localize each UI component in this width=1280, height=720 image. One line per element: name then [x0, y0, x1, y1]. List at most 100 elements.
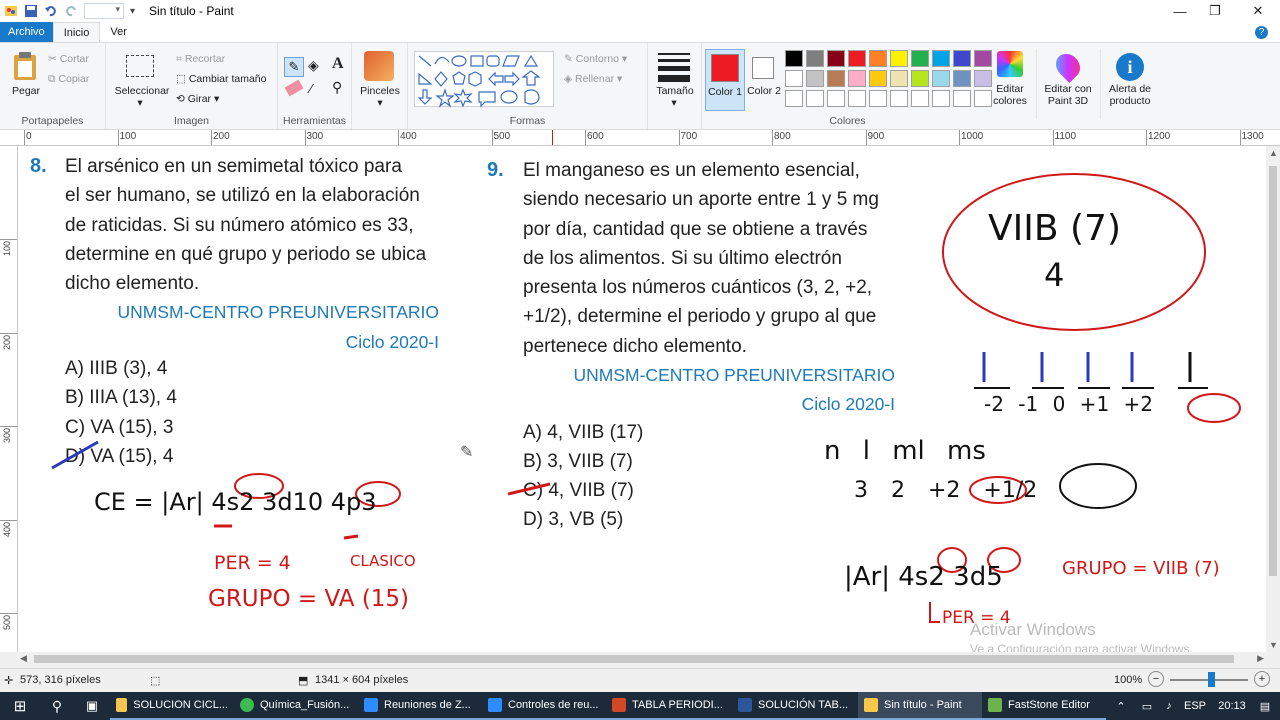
- brushes-dropdown-icon[interactable]: ▾: [374, 97, 386, 109]
- maximize-button[interactable]: ❐: [1195, 0, 1235, 22]
- palette-swatch[interactable]: [953, 70, 971, 87]
- taskbar-item-zoom-meetings[interactable]: Reuniones de Z...: [358, 692, 482, 720]
- tab-ver[interactable]: Ver: [100, 22, 137, 42]
- scroll-down-icon[interactable]: ▼: [1269, 640, 1278, 650]
- ruler-tick: [398, 130, 399, 145]
- start-button[interactable]: ⊞: [0, 692, 40, 720]
- task-view-button[interactable]: ▣: [74, 692, 110, 720]
- scroll-left-icon[interactable]: ◀: [20, 653, 27, 664]
- horizontal-scrollbar[interactable]: ◀ ▶: [18, 652, 1266, 666]
- input-language[interactable]: ESP: [1180, 692, 1210, 720]
- paste-button[interactable]: Pegar: [4, 85, 48, 97]
- palette-swatch[interactable]: [932, 90, 950, 107]
- clock[interactable]: 20:13: [1210, 692, 1254, 720]
- palette-swatch[interactable]: [932, 70, 950, 87]
- taskbar-item-faststone[interactable]: FastStone Editor: [982, 692, 1106, 720]
- drawing-canvas[interactable]: 8. El arsénico en un semimetal tóxico pa…: [18, 146, 1268, 652]
- rotate-button[interactable]: ⟲ Girar ▾: [176, 93, 219, 105]
- brush-icon[interactable]: [364, 51, 394, 81]
- tab-archivo[interactable]: Archivo: [0, 22, 53, 42]
- ribbon-help-icon[interactable]: ?: [1255, 22, 1280, 42]
- outline-button[interactable]: ✎ Contorno ▾: [564, 53, 627, 65]
- volume-button[interactable]: ♪: [1158, 692, 1180, 720]
- fill-icon[interactable]: ◈: [308, 57, 319, 74]
- resize-button[interactable]: ⬚ Cambiar tamaño: [176, 73, 266, 85]
- palette-swatch[interactable]: [848, 70, 866, 87]
- size-icon[interactable]: [658, 53, 690, 82]
- product-alert-button[interactable]: i Alerta de producto: [1100, 49, 1158, 119]
- palette-swatch[interactable]: [869, 70, 887, 87]
- palette-swatch[interactable]: [911, 50, 929, 67]
- crop-button[interactable]: ⌗ Recortar: [176, 53, 225, 66]
- palette-swatch[interactable]: [827, 90, 845, 107]
- color2-button[interactable]: Color 2: [746, 49, 782, 111]
- eraser-icon[interactable]: [284, 79, 304, 97]
- paint3d-button[interactable]: Editar con Paint 3D: [1036, 49, 1098, 119]
- quick-access-customize[interactable]: ▾: [84, 3, 124, 19]
- palette-swatch[interactable]: [806, 70, 824, 87]
- paste-icon[interactable]: [12, 51, 38, 84]
- palette-swatch[interactable]: [953, 50, 971, 67]
- text-icon[interactable]: A: [332, 55, 344, 73]
- size-button[interactable]: Tamaño: [648, 85, 702, 97]
- palette-swatch[interactable]: [806, 90, 824, 107]
- tray-overflow-button[interactable]: ⌃: [1106, 692, 1136, 720]
- quick-access-more[interactable]: ▾: [130, 6, 135, 17]
- taskbar-item-solucion-ciclo[interactable]: SOLUCION CICL...: [110, 692, 234, 720]
- taskbar-item-tabla-periodica[interactable]: TABLA PERIODI...: [606, 692, 732, 720]
- palette-swatch[interactable]: [890, 50, 908, 67]
- scroll-thumb-horizontal[interactable]: [34, 655, 1234, 663]
- taskbar-item-quimica[interactable]: Química_Fusión...: [234, 692, 358, 720]
- edit-colors-button[interactable]: Editar colores: [990, 49, 1030, 119]
- brushes-button[interactable]: Pinceles: [354, 85, 406, 97]
- taskbar-item-solucion-tabla[interactable]: SOLUCIÓN TAB...: [732, 692, 858, 720]
- search-button[interactable]: ⚲: [40, 692, 74, 720]
- palette-swatch[interactable]: [848, 90, 866, 107]
- zoom-slider-thumb[interactable]: [1208, 672, 1215, 687]
- minimize-button[interactable]: —: [1160, 0, 1200, 22]
- palette-swatch[interactable]: [953, 90, 971, 107]
- color-picker-icon[interactable]: ⁄: [310, 81, 312, 96]
- palette-swatch[interactable]: [911, 90, 929, 107]
- scroll-up-icon[interactable]: ▲: [1269, 148, 1278, 158]
- select-icon[interactable]: [126, 55, 154, 77]
- taskbar-item-zoom-controls[interactable]: Controles de reu...: [482, 692, 606, 720]
- palette-swatch[interactable]: [785, 50, 803, 67]
- scroll-right-icon[interactable]: ▶: [1257, 653, 1264, 664]
- select-dropdown-icon[interactable]: ▾: [134, 97, 146, 109]
- palette-swatch[interactable]: [806, 50, 824, 67]
- size-dropdown-icon[interactable]: ▾: [668, 97, 680, 109]
- close-button[interactable]: ✕: [1238, 0, 1278, 22]
- notifications-button[interactable]: ▤: [1254, 692, 1276, 720]
- color1-button[interactable]: Color 1: [705, 49, 745, 111]
- fill-button[interactable]: ◈ Rellenar ▾: [564, 73, 622, 85]
- pencil-icon[interactable]: ✎: [284, 57, 304, 77]
- network-button[interactable]: ▭: [1136, 692, 1158, 720]
- zoom-in-button[interactable]: +: [1254, 671, 1270, 687]
- taskbar-item-paint[interactable]: Sin título - Paint: [858, 692, 982, 720]
- scroll-thumb[interactable]: [1269, 166, 1277, 576]
- shapes-gallery[interactable]: [414, 51, 554, 108]
- zoom-out-button[interactable]: −: [1148, 671, 1164, 687]
- palette-swatch[interactable]: [890, 70, 908, 87]
- palette-swatch[interactable]: [827, 50, 845, 67]
- palette-swatch[interactable]: [932, 50, 950, 67]
- palette-swatch[interactable]: [869, 90, 887, 107]
- palette-swatch[interactable]: [785, 70, 803, 87]
- copy-button[interactable]: ⧉ Copiar: [48, 73, 89, 86]
- select-button[interactable]: Seleccionar: [110, 85, 174, 97]
- palette-swatch[interactable]: [785, 90, 803, 107]
- cut-button[interactable]: ✂ Cortar: [48, 53, 89, 65]
- palette-swatch[interactable]: [848, 50, 866, 67]
- magnifier-icon[interactable]: ⚲: [332, 79, 342, 96]
- redo-icon[interactable]: [64, 4, 78, 18]
- palette-swatch[interactable]: [890, 90, 908, 107]
- outline-icon: ✎: [564, 53, 576, 65]
- palette-swatch[interactable]: [827, 70, 845, 87]
- save-icon[interactable]: [24, 4, 38, 18]
- palette-swatch[interactable]: [911, 70, 929, 87]
- vertical-scrollbar[interactable]: ▲ ▼: [1266, 146, 1280, 652]
- undo-icon[interactable]: [44, 4, 58, 18]
- palette-swatch[interactable]: [869, 50, 887, 67]
- tab-inicio[interactable]: Inicio: [52, 22, 101, 42]
